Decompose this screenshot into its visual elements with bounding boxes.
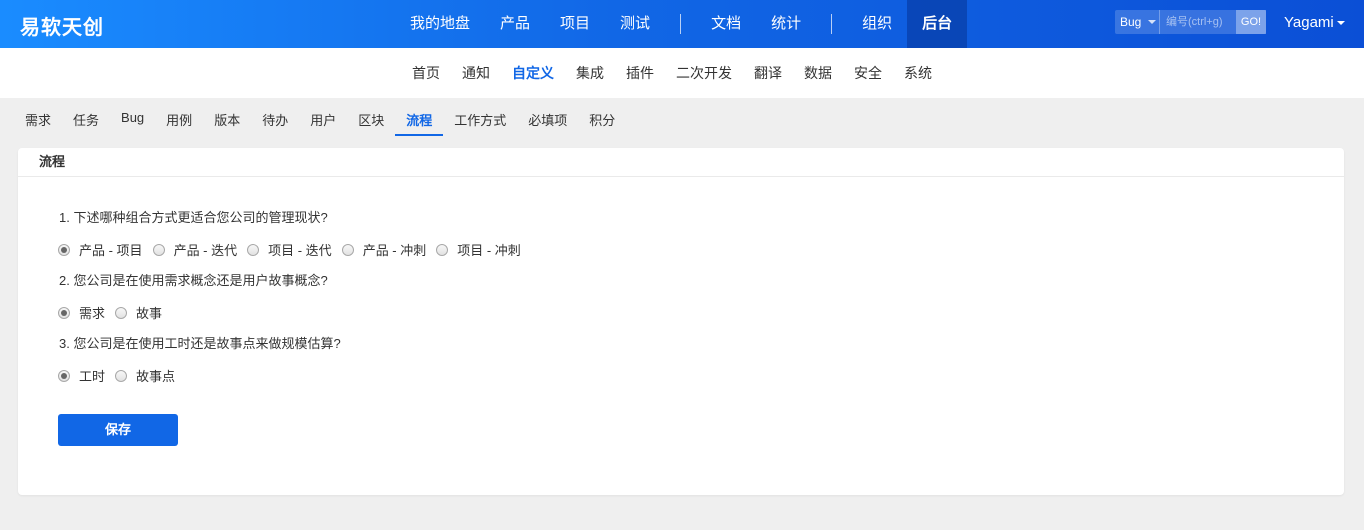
search-input[interactable] xyxy=(1159,10,1236,34)
tab-build[interactable]: 版本 xyxy=(203,110,251,136)
save-button[interactable]: 保存 xyxy=(58,414,178,446)
tab-task[interactable]: 任务 xyxy=(62,110,110,136)
main-nav-stats[interactable]: 统计 xyxy=(756,0,816,48)
search-type-label: Bug xyxy=(1120,15,1142,29)
sub-nav-dev[interactable]: 二次开发 xyxy=(665,63,743,83)
sub-nav-data[interactable]: 数据 xyxy=(793,63,843,83)
sub-nav-plugin[interactable]: 插件 xyxy=(615,63,665,83)
sub-nav-integration[interactable]: 集成 xyxy=(565,63,615,83)
sub-nav-home[interactable]: 首页 xyxy=(401,63,451,83)
option-product-sprint[interactable]: 产品 - 冲刺 xyxy=(341,240,427,259)
main-nav: 我的地盘 产品 项目 测试 文档 统计 组织 后台 xyxy=(395,0,968,48)
main-nav-project[interactable]: 项目 xyxy=(545,0,605,48)
option-project-sprint[interactable]: 项目 - 冲刺 xyxy=(436,240,521,259)
radio-icon[interactable] xyxy=(115,306,128,319)
user-menu[interactable]: Yagami xyxy=(1284,14,1345,31)
sub-nav-notify[interactable]: 通知 xyxy=(451,63,501,83)
question-2: 2. 您公司是在使用需求概念还是用户故事概念? xyxy=(59,273,328,288)
radio-icon[interactable] xyxy=(436,243,449,256)
option-label: 产品 - 迭代 xyxy=(173,243,238,258)
option-label: 项目 - 迭代 xyxy=(268,243,332,258)
search-go-button[interactable]: GO! xyxy=(1236,10,1266,34)
tab-story[interactable]: 需求 xyxy=(14,110,62,136)
tab-bug[interactable]: Bug xyxy=(110,110,155,136)
sub-nav-security[interactable]: 安全 xyxy=(843,63,893,83)
main-nav-test[interactable]: 测试 xyxy=(605,0,665,48)
main-nav-org[interactable]: 组织 xyxy=(847,0,907,48)
radio-icon[interactable] xyxy=(341,243,354,256)
radio-icon[interactable] xyxy=(152,243,165,256)
option-product-project[interactable]: 产品 - 项目 xyxy=(58,240,143,259)
option-story[interactable]: 故事 xyxy=(115,303,162,322)
chevron-down-icon xyxy=(1336,21,1345,26)
radio-checked-icon[interactable] xyxy=(58,243,70,256)
option-label: 产品 - 项目 xyxy=(79,243,143,258)
option-product-iteration[interactable]: 产品 - 迭代 xyxy=(152,240,238,259)
radio-icon[interactable] xyxy=(247,243,260,256)
brand-logo[interactable]: 易软天创 xyxy=(20,11,104,40)
main-nav-doc[interactable]: 文档 xyxy=(696,0,756,48)
option-requirement[interactable]: 需求 xyxy=(58,303,105,322)
radio-checked-icon[interactable] xyxy=(58,306,70,319)
chevron-down-icon xyxy=(1148,20,1156,24)
option-label: 故事 xyxy=(136,306,163,321)
option-project-iteration[interactable]: 项目 - 迭代 xyxy=(247,240,332,259)
option-label: 故事点 xyxy=(136,369,176,384)
tab-required[interactable]: 必填项 xyxy=(517,110,578,136)
flow-panel: 流程 1. 下述哪种组合方式更适合您公司的管理现状? 产品 - 项目 产品 - … xyxy=(18,148,1344,495)
main-nav-divider xyxy=(680,14,682,34)
option-story-points[interactable]: 故事点 xyxy=(115,366,175,385)
radio-checked-icon[interactable] xyxy=(58,369,70,382)
question-3-options: 工时 故事点 xyxy=(58,366,185,385)
main-nav-admin[interactable]: 后台 xyxy=(907,0,968,48)
option-label: 项目 - 冲刺 xyxy=(457,243,521,258)
tab-workmode[interactable]: 工作方式 xyxy=(443,110,517,136)
search-type-select[interactable]: Bug xyxy=(1115,10,1159,34)
tab-user[interactable]: 用户 xyxy=(299,110,347,136)
tab-todo[interactable]: 待办 xyxy=(251,110,299,136)
sub-nav: 首页 通知 自定义 集成 插件 二次开发 翻译 数据 安全 系统 xyxy=(0,48,1364,98)
option-label: 产品 - 冲刺 xyxy=(362,243,427,258)
option-label: 需求 xyxy=(79,306,106,321)
main-nav-divider xyxy=(831,14,833,34)
radio-icon[interactable] xyxy=(115,369,128,382)
user-name: Yagami xyxy=(1284,14,1334,31)
sub-nav-translate[interactable]: 翻译 xyxy=(743,63,793,83)
question-3: 3. 您公司是在使用工时还是故事点来做规模估算? xyxy=(59,336,341,351)
panel-title: 流程 xyxy=(18,148,1344,177)
main-nav-my[interactable]: 我的地盘 xyxy=(395,0,485,48)
sub-nav-system[interactable]: 系统 xyxy=(893,63,943,83)
question-1-options: 产品 - 项目 产品 - 迭代 项目 - 迭代 产品 - 冲刺 项目 - 冲刺 xyxy=(58,240,531,259)
tab-block[interactable]: 区块 xyxy=(347,110,395,136)
tab-testcase[interactable]: 用例 xyxy=(155,110,203,136)
custom-tabs: 需求 任务 Bug 用例 版本 待办 用户 区块 流程 工作方式 必填项 积分 xyxy=(14,110,626,136)
option-hours[interactable]: 工时 xyxy=(58,366,105,385)
option-label: 工时 xyxy=(79,369,106,384)
main-nav-product[interactable]: 产品 xyxy=(485,0,545,48)
tab-score[interactable]: 积分 xyxy=(578,110,626,136)
sub-nav-custom[interactable]: 自定义 xyxy=(501,63,565,83)
tab-flow[interactable]: 流程 xyxy=(395,110,444,136)
question-1: 1. 下述哪种组合方式更适合您公司的管理现状? xyxy=(59,210,328,225)
question-2-options: 需求 故事 xyxy=(58,303,172,322)
top-header: 易软天创 我的地盘 产品 项目 测试 文档 统计 组织 后台 Bug GO! Y… xyxy=(0,0,1364,48)
quick-search: Bug GO! xyxy=(1115,10,1266,34)
